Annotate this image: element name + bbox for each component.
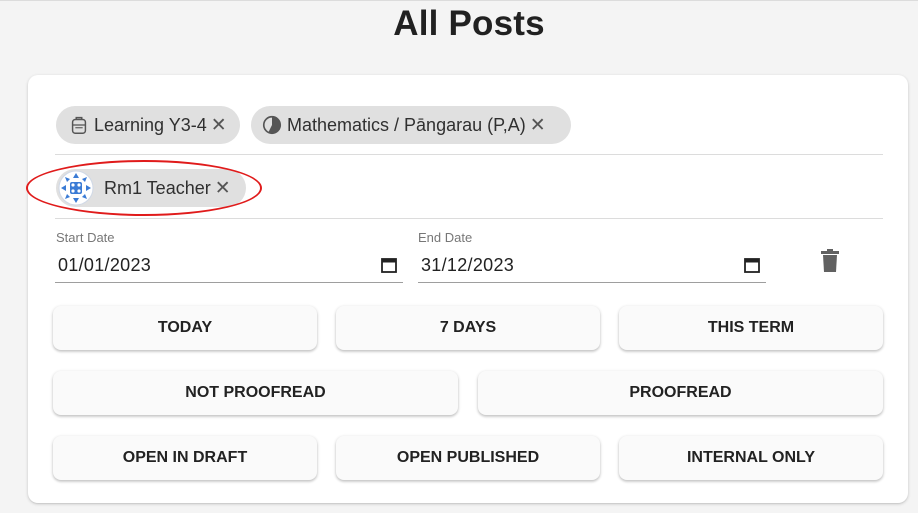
end-date-label: End Date (418, 230, 473, 245)
not-proofread-button[interactable]: NOT PROOFREAD (53, 371, 458, 415)
chip-group-close-icon[interactable]: ✕ (211, 114, 227, 137)
start-date-underline (55, 282, 403, 283)
seven-days-button[interactable]: 7 DAYS (336, 306, 600, 350)
chip-row2-divider (55, 218, 883, 219)
open-published-button[interactable]: OPEN PUBLISHED (336, 436, 600, 480)
internal-only-button[interactable]: INTERNAL ONLY (619, 436, 883, 480)
backpack-icon (68, 114, 90, 136)
top-divider (0, 0, 918, 1)
this-term-button[interactable]: THIS TERM (619, 306, 883, 350)
chip-group-label: Learning Y3-4 (94, 114, 207, 135)
today-button[interactable]: TODAY (53, 306, 317, 350)
chip-subject[interactable]: Mathematics / Pāngarau (P,A) ✕ (251, 106, 571, 144)
chip-teacher[interactable]: Rm1 Teacher ✕ (56, 169, 246, 207)
proofread-button[interactable]: PROOFREAD (478, 371, 883, 415)
trash-icon[interactable] (820, 249, 840, 278)
page-title: All Posts (393, 4, 545, 43)
chip-subject-label: Mathematics / Pāngarau (P,A) (287, 114, 526, 135)
start-date-label: Start Date (56, 230, 115, 245)
chip-group[interactable]: Learning Y3-4 ✕ (56, 106, 240, 144)
pie-chart-icon (261, 114, 283, 136)
calendar-icon[interactable] (743, 256, 761, 279)
chip-teacher-close-icon[interactable]: ✕ (215, 177, 231, 200)
avatar-pattern-icon (58, 170, 94, 206)
chip-teacher-label: Rm1 Teacher (104, 177, 211, 198)
open-in-draft-button[interactable]: OPEN IN DRAFT (53, 436, 317, 480)
calendar-icon[interactable] (380, 256, 398, 279)
chip-row-divider (55, 154, 883, 155)
end-date-underline (418, 282, 766, 283)
start-date-input[interactable]: 01/01/2023 (58, 255, 151, 276)
chip-subject-close-icon[interactable]: ✕ (530, 114, 546, 137)
end-date-input[interactable]: 31/12/2023 (421, 255, 514, 276)
